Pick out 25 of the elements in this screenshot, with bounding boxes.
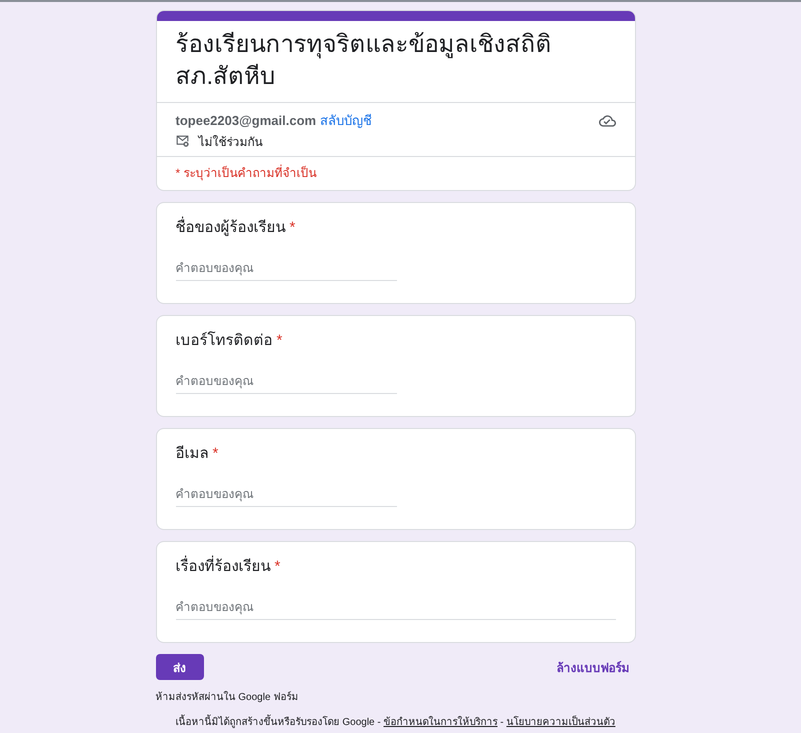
footer-disclaimer: เนื้อหานี้มิได้ถูกสร้างขึ้นหรือรับรองโดย Google - ข้อกำหนดในการให้บริการ - นโยบายความเป็นส่วนตัว bbox=[156, 716, 636, 730]
question-label: เบอร์โทรติดต่อ bbox=[176, 330, 272, 351]
question-label: เรื่องที่ร้องเรียน bbox=[176, 555, 270, 579]
clear-form-button[interactable]: ล้างแบบฟอร์ม bbox=[550, 654, 636, 680]
sharing-status-text: ไม่ใช้ร่วมกัน bbox=[198, 134, 262, 150]
answer-field[interactable]: คำตอบของคุณ bbox=[176, 255, 396, 281]
footer-link[interactable]: นโยบายความเป็นส่วนตัว bbox=[506, 717, 616, 728]
required-note: * ระบุว่าเป็นคำถามที่จำเป็น bbox=[156, 156, 634, 190]
required-mark: * bbox=[290, 218, 296, 238]
required-mark: * bbox=[212, 444, 218, 464]
form-title: ร้องเรียนการทุจริตและข้อมูลเชิงสถิติ สภ.สัตหีบ bbox=[174, 30, 552, 92]
answer-field[interactable]: คำตอบของคุณ bbox=[176, 368, 396, 394]
question-label: อีเมล bbox=[176, 444, 208, 464]
answer-field[interactable]: คำตอบของคุณ bbox=[176, 481, 396, 507]
cloud-check-icon bbox=[598, 115, 616, 127]
answer-field[interactable]: คำตอบของคุณ bbox=[176, 594, 616, 620]
password-warning: ห้ามส่งรหัสผ่านใน Google ฟอร์ม bbox=[156, 691, 300, 705]
submit-button[interactable]: ส่ง bbox=[156, 654, 204, 680]
account-email: topee2203@gmail.com bbox=[176, 112, 316, 128]
question-label: ชื่อของผู้ร้องเรียน bbox=[176, 216, 286, 240]
required-mark: * bbox=[274, 557, 280, 577]
footer-link[interactable]: ข้อกำหนดในการให้บริการ bbox=[384, 717, 498, 728]
switch-account-link[interactable]: สลับบัญชี bbox=[320, 110, 372, 130]
envelope-icon bbox=[176, 135, 188, 147]
required-mark: * bbox=[276, 331, 282, 351]
